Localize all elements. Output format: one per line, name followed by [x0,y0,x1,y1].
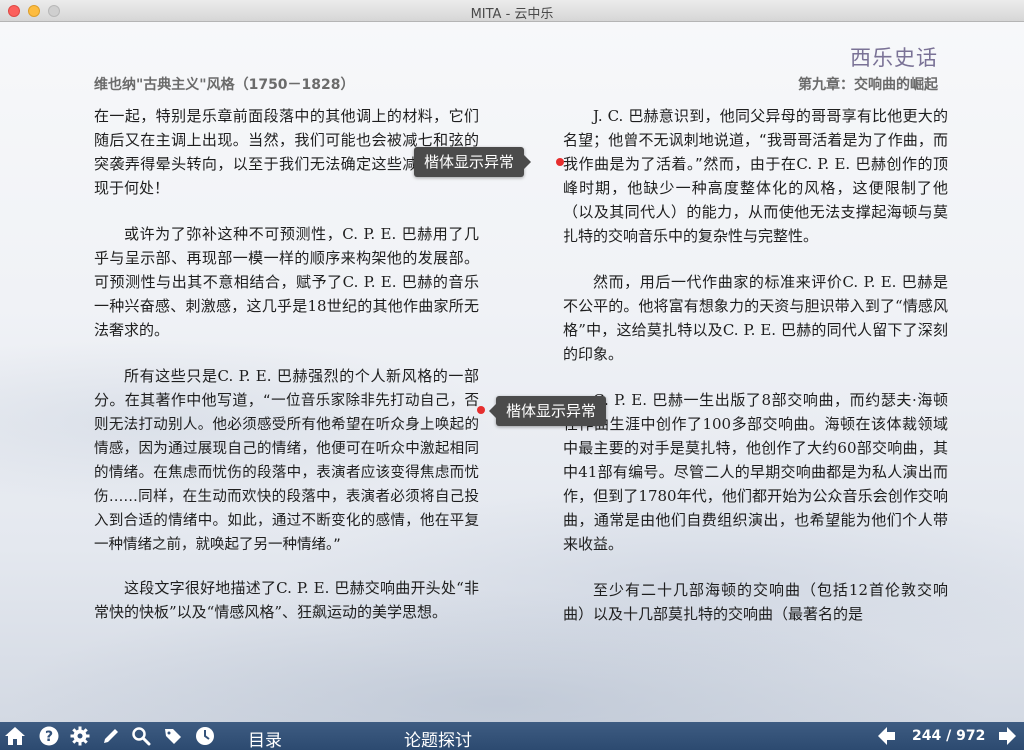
paragraph: 这段文字很好地描述了C. P. E. 巴赫交响曲开头处“非常快的快板”以及“情感… [94,579,479,621]
quote-text: “一位音乐家除非先打动自己，否则无法打动别人。他必须感受所有他希望在听众身上唤起… [94,393,479,553]
paragraph: 然而，用后一代作曲家的标准来评价C. P. E. 巴赫是不公平的。他将富有想象力… [563,273,948,363]
warning-marker[interactable] [477,406,485,414]
prev-page-icon[interactable] [876,725,898,747]
svg-text:?: ? [45,729,53,745]
pencil-icon[interactable] [100,725,122,747]
bottom-toolbar: ? 目录 论题探讨 244 / 972 [0,722,1024,750]
window-title: MITA - 云中乐 [470,7,554,22]
bookmark-icon[interactable] [162,725,184,747]
font-warning-tooltip: 楷体显示异常 [414,147,532,177]
toc-button[interactable]: 目录 [248,726,282,750]
paragraph: J. C. 巴赫意识到，他同父异母的哥哥享有比他更大的名望；他曾不无讽刺地说道，… [563,104,948,248]
help-icon[interactable]: ? [38,725,60,747]
paragraph: C. P. E. 巴赫一生出版了8部交响曲，而约瑟夫·海顿在作曲生涯中创作了10… [563,391,948,553]
font-warning-tooltip: 楷体显示异常 [488,396,607,426]
clock-icon[interactable] [194,725,216,747]
chapter-header: 第九章：交响曲的崛起 [798,77,938,93]
right-column: J. C. 巴赫意识到，他同父异母的哥哥享有比他更大的名望；他曾不无讽刺地说道，… [563,104,948,648]
gear-icon[interactable] [69,725,91,747]
paragraph: 所有这些只是C. P. E. 巴赫强烈的个人新风格的一部分。在其著作中他写道，“… [94,364,479,556]
search-icon[interactable] [130,725,152,747]
paragraph: 或许为了弥补这种不可预测性，C. P. E. 巴赫用了几乎与呈示部、再现部一模一… [94,225,479,339]
left-column: 在一起，特别是乐章前面段落中的其他调上的材料，它们随后又在主调上出现。当然，我们… [94,104,479,646]
next-page-icon[interactable] [996,725,1018,747]
book-title: 西乐史话 [850,46,938,70]
section-header: 维也纳"古典主义"风格（1750－1828） [94,77,355,93]
window-titlebar: MITA - 云中乐 [0,0,1024,22]
page-indicator: 244 / 972 [912,728,986,744]
paragraph: 至少有二十几部海顿的交响曲（包括12首伦敦交响曲）以及十几部莫扎特的交响曲（最著… [563,581,948,623]
warning-marker[interactable] [556,158,564,166]
book-page: 西乐史话 维也纳"古典主义"风格（1750－1828） 第九章：交响曲的崛起 在… [0,22,1024,722]
home-icon[interactable] [4,725,26,747]
discussion-button[interactable]: 论题探讨 [404,726,472,750]
